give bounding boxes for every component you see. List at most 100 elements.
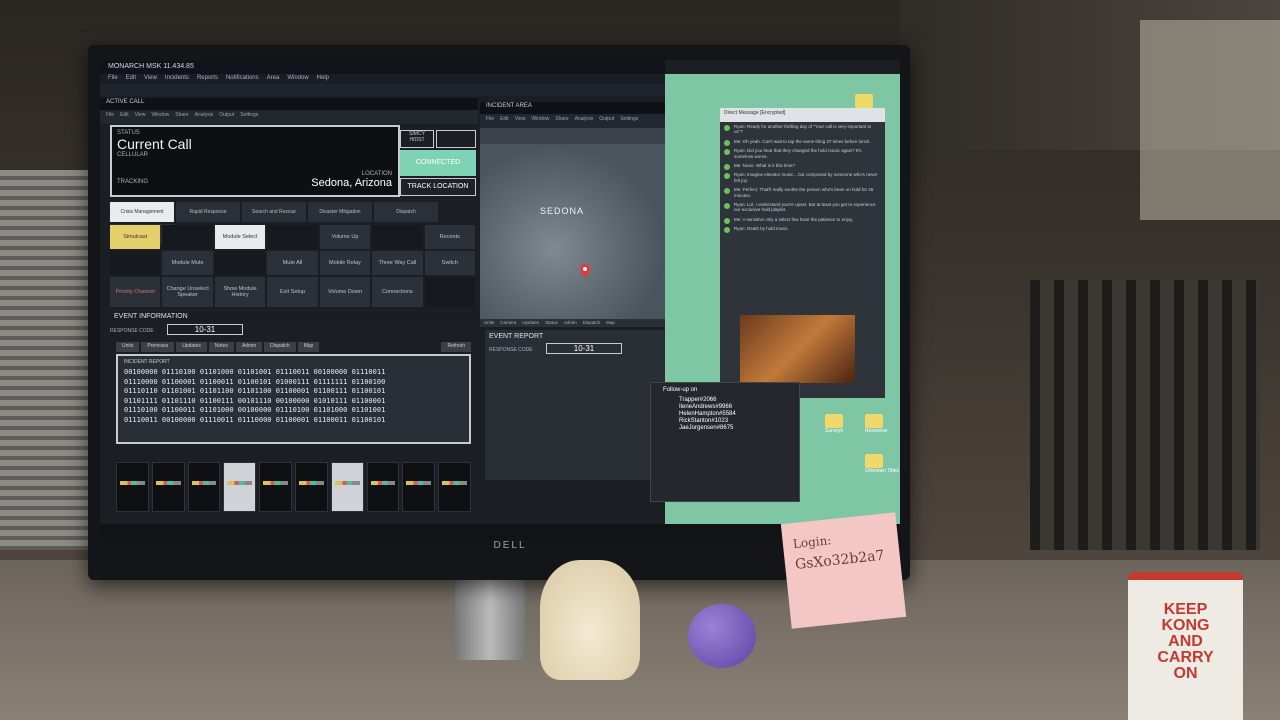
map-tab[interactable]: Status (545, 320, 558, 326)
control-button[interactable]: Exit Setup (267, 276, 318, 307)
incident-map[interactable]: SEDONA (480, 144, 665, 319)
submenu-item[interactable]: Analysis (195, 112, 214, 118)
module-thumbnail[interactable] (366, 462, 400, 512)
desktop-folder-top[interactable] (855, 94, 873, 108)
desktop-folder-unknown[interactable]: Unknown Titles (865, 454, 899, 474)
submenu-item[interactable]: File (106, 112, 114, 118)
control-button[interactable]: Three Way Call (372, 250, 423, 275)
incident-area-header: INCIDENT AREA (480, 102, 665, 114)
menu-item[interactable]: Reports (197, 75, 218, 81)
submenu-item[interactable]: Share (555, 116, 568, 122)
report-tab[interactable]: Premises (141, 342, 175, 352)
tab-item[interactable]: Crisis Management (110, 202, 174, 222)
submenu-item[interactable]: Edit (500, 116, 509, 122)
submenu-item[interactable]: Edit (120, 112, 129, 118)
control-button[interactable] (162, 225, 213, 249)
desktop-folder-surveys[interactable]: Surveys (825, 414, 843, 434)
module-thumbnail[interactable] (259, 462, 292, 512)
report-tab[interactable]: Units (116, 342, 140, 352)
report-tab[interactable]: Dispatch (264, 342, 296, 352)
menu-item[interactable]: Help (317, 75, 329, 81)
control-button[interactable] (424, 276, 475, 307)
control-button[interactable]: Switch (424, 250, 475, 275)
module-thumbnail[interactable] (187, 462, 221, 512)
wire-shelf (1030, 280, 1260, 550)
map-city-label: SEDONA (540, 206, 585, 216)
refresh-button[interactable]: Refresh (441, 342, 471, 352)
submenu-item[interactable]: Output (219, 112, 234, 118)
module-thumbnail[interactable] (402, 462, 436, 512)
submenu-item[interactable]: File (486, 116, 494, 122)
submenu-item[interactable]: View (515, 116, 526, 122)
control-button[interactable] (214, 250, 266, 275)
map-tab[interactable]: Map (606, 320, 615, 326)
thumbnail-level-bar (334, 481, 360, 485)
module-thumbnail[interactable] (116, 462, 149, 512)
tab-item[interactable]: Disaster Mitigation (308, 202, 372, 222)
blank-button[interactable] (436, 130, 476, 148)
control-button[interactable]: Volume Down (319, 276, 371, 307)
submenu-item[interactable]: Output (599, 116, 614, 122)
module-thumbnail[interactable] (294, 462, 328, 512)
control-button[interactable]: Mute All (267, 250, 318, 275)
tracking-label: TRACKING (117, 179, 149, 185)
menu-item[interactable]: Window (287, 75, 308, 81)
submenu-item[interactable]: Window (151, 112, 169, 118)
submenu-item[interactable]: View (135, 112, 146, 118)
status-value: Current Call (117, 136, 192, 152)
menu-item[interactable]: Edit (126, 75, 136, 81)
report-tab[interactable]: Updates (176, 342, 207, 352)
submenu-item[interactable]: Analysis (575, 116, 594, 122)
control-button[interactable] (267, 225, 318, 249)
menu-item[interactable]: File (108, 75, 118, 81)
control-button[interactable]: Change Unselect Speaker (162, 276, 213, 307)
track-location-button[interactable]: TRACK LOCATION (400, 178, 476, 196)
map-tab[interactable]: Admin (564, 320, 577, 326)
response-code-label: RESPONSE CODE (110, 328, 154, 334)
submenu-item[interactable]: Window (531, 116, 549, 122)
map-tab[interactable]: Camera (500, 320, 516, 326)
chat-message: Me: Perfect. That'll really soothe the p… (720, 185, 885, 200)
control-button[interactable] (110, 250, 161, 275)
report-tab[interactable]: Notes (208, 342, 234, 352)
menu-item[interactable]: View (144, 75, 157, 81)
control-button[interactable]: Show Module History (214, 276, 266, 307)
report-tab[interactable]: Map (297, 342, 320, 352)
submenu-item[interactable]: Settings (620, 116, 638, 122)
tab-item[interactable]: Dispatch (374, 202, 438, 222)
module-thumbnail[interactable] (330, 462, 364, 512)
module-thumbnail[interactable] (438, 462, 471, 512)
thumbnail-level-bar (155, 481, 181, 485)
bulletin-board (1140, 20, 1280, 220)
control-button[interactable]: Simulcast (110, 225, 161, 249)
control-button[interactable]: Recents (424, 225, 475, 249)
menu-item[interactable]: Notifications (226, 75, 259, 81)
submenu-item[interactable]: Share (175, 112, 188, 118)
report-tab[interactable]: Admin (235, 342, 263, 352)
thumbnail-level-bar (370, 481, 396, 485)
simcy-button[interactable]: SIMCY HIDST (400, 130, 434, 148)
mug-text: KEEP KONG AND CARRY ON (1128, 602, 1243, 682)
control-button[interactable]: Mobile Relay (319, 250, 371, 275)
control-button[interactable]: Priority Channel (110, 276, 161, 307)
module-thumbnail[interactable] (223, 462, 257, 512)
module-thumbnail[interactable] (151, 462, 185, 512)
map-tab[interactable]: Updates (522, 320, 539, 326)
menu-item[interactable]: Area (267, 75, 280, 81)
thumbnail-level-bar (298, 481, 324, 485)
control-button[interactable] (372, 225, 423, 249)
tab-item[interactable]: Search and Rescue (242, 202, 306, 222)
map-tab[interactable]: Units (484, 320, 494, 326)
tab-item[interactable]: Rapid Response (176, 202, 240, 222)
map-tab[interactable]: Dispatch (583, 320, 601, 326)
control-button[interactable]: Module Mute (162, 250, 213, 275)
followup-name: JaeJorgensen#8675 (679, 425, 734, 431)
map-pin-icon[interactable] (580, 264, 590, 278)
control-button[interactable]: Connections (372, 276, 423, 307)
menu-item[interactable]: Incidents (165, 75, 189, 81)
submenu-item[interactable]: Settings (240, 112, 258, 118)
mug-line: ON (1173, 665, 1198, 682)
desktop-folder-response[interactable]: Response (865, 414, 888, 434)
control-button[interactable]: Volume Up (319, 225, 371, 249)
control-button[interactable]: Module Select (214, 225, 266, 249)
